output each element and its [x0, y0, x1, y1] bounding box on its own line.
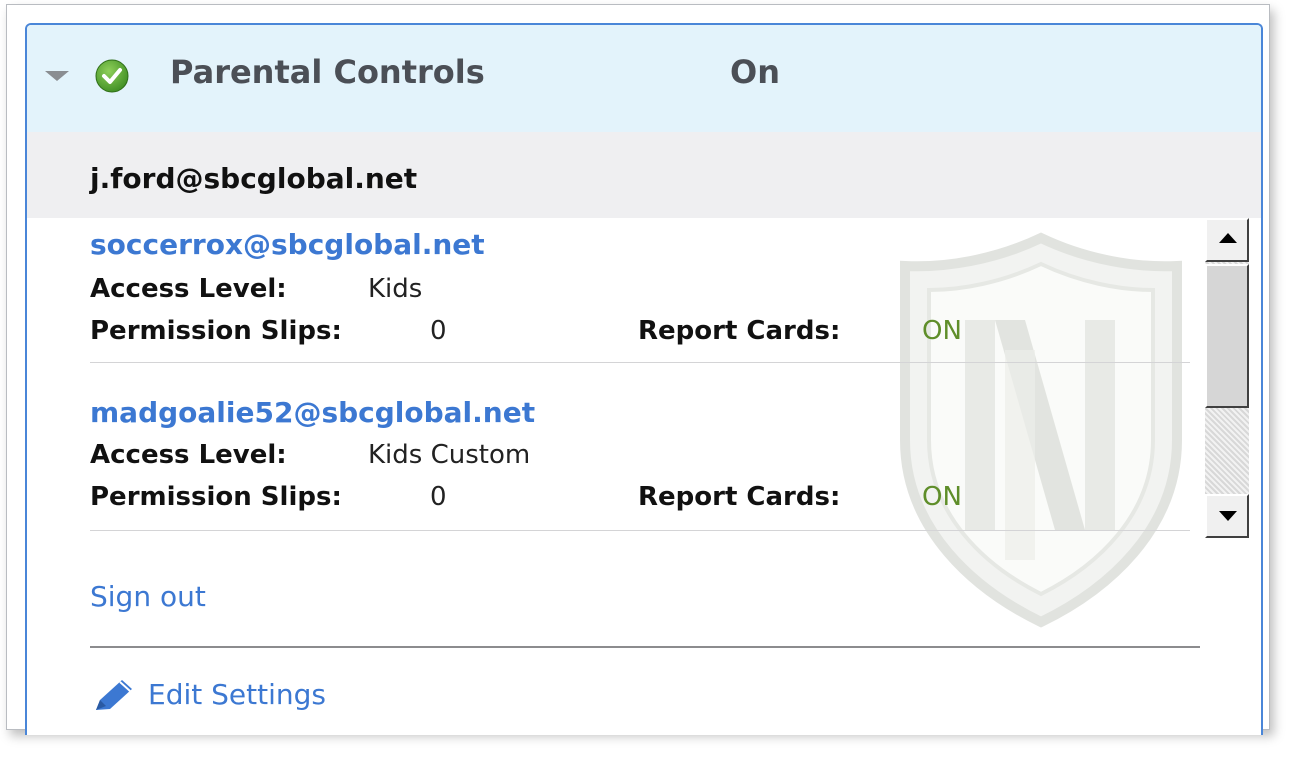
panel-title: Parental Controls	[170, 53, 485, 91]
access-level-value: Kids Custom	[368, 440, 531, 470]
parent-account-bar: j.ford@sbcglobal.net	[27, 132, 1261, 218]
row-divider	[90, 362, 1190, 363]
report-cards-label: Report Cards:	[638, 482, 841, 512]
permission-slips-value: 0	[430, 482, 447, 512]
scroll-up-button[interactable]	[1205, 218, 1249, 262]
row-divider	[90, 530, 1190, 531]
permission-slips-label: Permission Slips:	[90, 482, 342, 512]
window: Parental Controls On j.ford@sbcglobal.ne…	[6, 4, 1270, 735]
scroll-thumb[interactable]	[1205, 264, 1249, 408]
access-level-label: Access Level:	[90, 274, 287, 304]
sign-out-link[interactable]: Sign out	[90, 580, 206, 613]
access-level-value: Kids	[368, 274, 423, 304]
edit-settings-label: Edit Settings	[148, 678, 326, 711]
pencil-icon	[96, 680, 132, 710]
permission-slips-value: 0	[430, 316, 447, 346]
arrow-up-icon	[1219, 233, 1237, 243]
report-cards-value: ON	[922, 482, 962, 512]
report-cards-label: Report Cards:	[638, 316, 841, 346]
child-email-link[interactable]: madgoalie52@sbcglobal.net	[90, 396, 535, 429]
chevron-down-icon[interactable]	[45, 71, 69, 81]
permission-slips-label: Permission Slips:	[90, 316, 342, 346]
check-circle-icon	[95, 59, 129, 93]
status-value: On	[730, 53, 780, 91]
report-cards-value: ON	[922, 316, 962, 346]
scroll-down-button[interactable]	[1205, 494, 1249, 538]
section-divider	[90, 646, 1200, 648]
child-account-1: soccerrox@sbcglobal.net Access Level: Ki…	[90, 228, 1190, 368]
parental-controls-panel: Parental Controls On j.ford@sbcglobal.ne…	[25, 23, 1263, 735]
panel-header[interactable]: Parental Controls On	[27, 25, 1261, 132]
arrow-down-icon	[1219, 511, 1237, 521]
children-list: soccerrox@sbcglobal.net Access Level: Ki…	[27, 218, 1261, 735]
child-email-link[interactable]: soccerrox@sbcglobal.net	[90, 228, 485, 261]
access-level-label: Access Level:	[90, 440, 287, 470]
parent-account-email: j.ford@sbcglobal.net	[90, 162, 418, 195]
child-account-2: madgoalie52@sbcglobal.net Access Level: …	[90, 396, 1190, 536]
vertical-scrollbar[interactable]	[1205, 218, 1253, 538]
